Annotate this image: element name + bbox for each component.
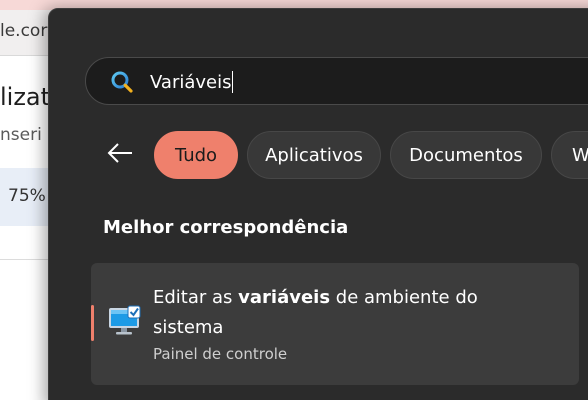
zoom-level-text: 75% — [8, 186, 46, 206]
search-flyout: Variáveis Tudo Aplicativos Documentos We… — [48, 8, 588, 400]
search-query-text: Variáveis — [150, 71, 232, 93]
address-url-text: le.cor — [0, 21, 48, 41]
tab-web[interactable]: We — [551, 131, 588, 179]
tab-documentos[interactable]: Documentos — [390, 131, 542, 179]
best-match-result[interactable]: Editar as variáveis de ambiente do siste… — [91, 263, 579, 385]
search-icon — [110, 70, 134, 94]
page-subtext: nseri — [0, 125, 42, 145]
arrow-left-icon — [106, 141, 134, 169]
back-button[interactable] — [105, 140, 135, 170]
tab-tudo[interactable]: Tudo — [154, 131, 238, 179]
search-input[interactable]: Variáveis — [150, 69, 588, 95]
result-title-start: Editar as — [153, 287, 239, 308]
search-box[interactable]: Variáveis — [85, 57, 588, 105]
tab-aplicativos[interactable]: Aplicativos — [247, 131, 381, 179]
best-match-heading: Melhor correspondência — [103, 217, 349, 238]
result-title: Editar as variáveis de ambiente do siste… — [153, 283, 553, 343]
selection-indicator — [91, 305, 94, 341]
text-caret — [232, 71, 234, 93]
page-heading: lizat — [0, 83, 51, 111]
monitor-settings-icon — [107, 305, 143, 337]
result-subtitle: Painel de controle — [153, 345, 288, 363]
result-title-match: variáveis — [238, 287, 331, 308]
